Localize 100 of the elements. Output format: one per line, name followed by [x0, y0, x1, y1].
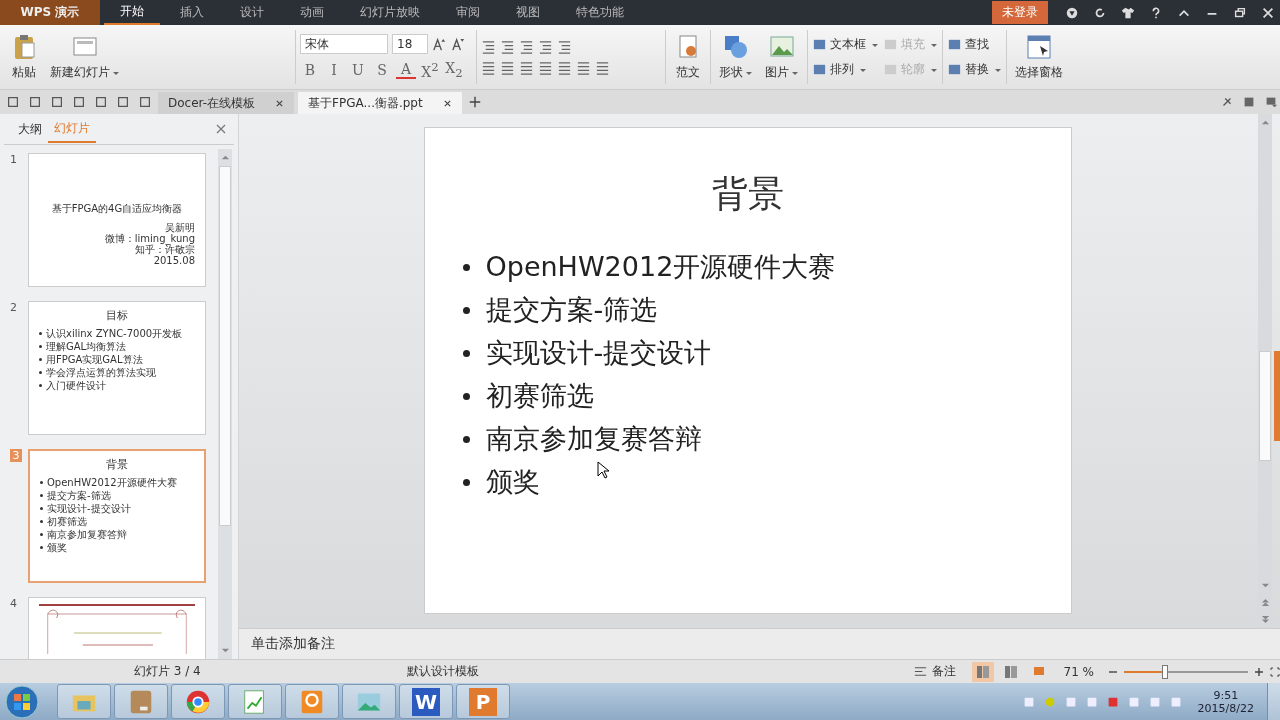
- thumbnail-text: 知乎：许敬宗: [134, 244, 195, 255]
- zoom-in-icon[interactable]: [1254, 666, 1264, 677]
- taskbar-app-button[interactable]: [114, 684, 168, 719]
- list-icon[interactable]: [500, 39, 515, 54]
- menu-tab[interactable]: 设计: [224, 0, 280, 25]
- document-tab[interactable]: Docer-在线模板: [158, 92, 295, 114]
- slide-title: 背景: [710, 172, 785, 216]
- menu-tab[interactable]: 动画: [284, 0, 340, 25]
- ribbon-button[interactable]: 范文: [670, 31, 706, 83]
- zoom-slider[interactable]: [1124, 664, 1248, 679]
- scroll-down-icon[interactable]: [1260, 581, 1270, 590]
- add-tab-icon[interactable]: [467, 95, 482, 109]
- new-slide-button[interactable]: 新建幻灯片: [46, 31, 124, 83]
- taskbar-clock[interactable]: 9:51 2015/8/22: [1197, 688, 1254, 715]
- shrink-font-icon[interactable]: [451, 36, 466, 52]
- command-icon: [883, 62, 898, 77]
- scrollbar-thumb[interactable]: [219, 166, 231, 526]
- align-icon[interactable]: [481, 60, 496, 75]
- notes-area[interactable]: 单击添加备注: [239, 628, 1280, 659]
- grow-font-icon[interactable]: [432, 36, 447, 52]
- menu-tab[interactable]: 审阅: [440, 0, 496, 25]
- menu-tab[interactable]: 视图: [500, 0, 556, 25]
- format-button[interactable]: U: [348, 62, 368, 78]
- ribbon-button[interactable]: 查找: [947, 36, 1002, 53]
- scroll-up-icon[interactable]: [220, 153, 230, 162]
- ribbon-button[interactable]: 形状: [715, 31, 757, 83]
- format-button[interactable]: B: [300, 62, 320, 78]
- slide-number: 1: [10, 153, 18, 166]
- taskbar-app-button[interactable]: [285, 684, 339, 719]
- login-button[interactable]: 未登录: [992, 1, 1048, 24]
- scroll-up-icon[interactable]: [1260, 118, 1270, 127]
- thumbnail-title: 目标: [105, 308, 129, 323]
- export-icon[interactable]: [50, 95, 64, 109]
- indent-icon[interactable]: [519, 39, 534, 54]
- close-icon[interactable]: [1261, 5, 1275, 20]
- ribbon-button[interactable]: 选择窗格: [1011, 31, 1067, 83]
- align-icon[interactable]: [576, 60, 591, 75]
- taskbar-app-button[interactable]: W: [399, 684, 453, 719]
- scroll-down-icon[interactable]: [220, 646, 230, 655]
- ribbon-button[interactable]: 替换: [947, 61, 1002, 78]
- undo-icon[interactable]: [116, 95, 130, 109]
- shirt-icon[interactable]: [1121, 5, 1135, 20]
- zoom-slider-thumb[interactable]: [1161, 664, 1168, 679]
- save-icon[interactable]: [28, 95, 42, 109]
- ribbon-button[interactable]: 排列: [812, 61, 879, 78]
- ribbon-button[interactable]: 文本框: [812, 36, 879, 53]
- slide-thumbnail[interactable]: 背景 OpenHW2012开源硬件大赛 提交方案-筛选 实现设计-提交设计 初赛筛选 南京参加复赛答辩 颁奖: [28, 449, 206, 583]
- taskbar-app-button[interactable]: [171, 684, 225, 719]
- format-button[interactable]: X$_{2}$: [444, 60, 464, 80]
- format-button[interactable]: S: [372, 62, 392, 78]
- start-button[interactable]: [4, 683, 40, 720]
- menu-tab[interactable]: 幻灯片放映: [344, 0, 436, 25]
- show-desktop-button[interactable]: [1267, 683, 1280, 720]
- panel-tab[interactable]: 大纲: [12, 116, 48, 142]
- app-menu-button[interactable]: WPS 演示: [0, 0, 100, 25]
- preview-icon[interactable]: [94, 95, 108, 109]
- slide-thumbnail[interactable]: 目标 认识xilinx ZYNC-7000开发板 理解GAL均衡算法 用FPGA实现GAL算法 学会浮点运算的算法实现 入门硬件设计: [28, 301, 206, 435]
- list-icon[interactable]: [481, 39, 496, 54]
- next-slide-icon[interactable]: [1260, 615, 1270, 624]
- slide-thumbnail[interactable]: 基于FPGA的4G自适应均衡器 吴新明 微博：liming_kung 知乎：许敬宗 2015.08: [28, 153, 206, 287]
- font-name-field[interactable]: 宋体: [300, 34, 388, 55]
- ribbon-button[interactable]: 图片: [761, 31, 803, 83]
- slide-number: 3: [10, 449, 22, 462]
- window-icon: [1025, 33, 1053, 61]
- command-icon: [947, 62, 962, 77]
- align-icon[interactable]: [557, 60, 572, 75]
- indent-icon[interactable]: [538, 39, 553, 54]
- thumbnail-bullet: 实现设计-提交设计: [47, 502, 131, 515]
- fit-window-icon[interactable]: [1270, 666, 1280, 677]
- document-tab[interactable]: 基于FPGA...衡器.ppt: [298, 92, 462, 114]
- format-button[interactable]: I: [324, 62, 344, 78]
- align-icon[interactable]: [519, 60, 534, 75]
- notes-button[interactable]: 备注: [912, 663, 956, 680]
- previous-slide-icon[interactable]: [1260, 598, 1270, 607]
- print-icon[interactable]: [72, 95, 86, 109]
- font-size-field[interactable]: 18: [392, 34, 428, 55]
- indent-icon[interactable]: [557, 39, 572, 54]
- format-button[interactable]: A: [396, 61, 416, 79]
- taskbar-app-button[interactable]: [228, 684, 282, 719]
- bullet-item: 实现设计-提交设计: [462, 335, 1071, 371]
- menu-tab[interactable]: 插入: [164, 0, 220, 25]
- align-icon[interactable]: [538, 60, 553, 75]
- normal-view-icon[interactable]: [971, 661, 994, 682]
- paste-button[interactable]: 粘贴: [6, 31, 42, 83]
- menu-tab[interactable]: 特色功能: [560, 0, 640, 25]
- close-icon[interactable]: [442, 98, 452, 108]
- format-button[interactable]: X$^{2}$: [420, 60, 440, 80]
- redo-icon[interactable]: [138, 95, 152, 109]
- restore-icon[interactable]: [1233, 5, 1247, 20]
- close-icon[interactable]: [275, 98, 285, 108]
- thumbnail-text: 微博：liming_kung: [104, 233, 195, 244]
- open-icon[interactable]: [6, 95, 20, 109]
- align-icon[interactable]: [595, 60, 610, 75]
- scrollbar-thumb[interactable]: [1259, 351, 1271, 461]
- window-icon[interactable]: [1242, 95, 1256, 109]
- bullet-item: 初赛筛选: [462, 378, 1071, 414]
- menu-icon[interactable]: [1264, 95, 1278, 109]
- align-icon[interactable]: [500, 60, 515, 75]
- command-icon: [812, 37, 827, 52]
- thumbnail-bullet: 颁奖: [47, 541, 67, 554]
